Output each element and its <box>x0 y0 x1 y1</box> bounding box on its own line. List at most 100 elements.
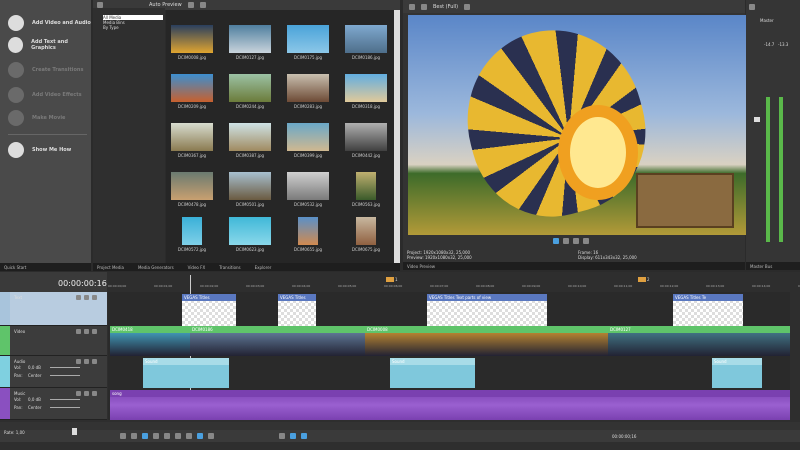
fx-icon[interactable] <box>92 391 97 396</box>
tab-quick-start[interactable]: Quick Start <box>4 265 26 270</box>
media-thumbnail[interactable]: DCIM0209.jpg <box>170 74 214 109</box>
media-thumbnail[interactable]: DCIM0501.jpg <box>228 172 272 207</box>
media-thumbnail[interactable]: DCIM0283.jpg <box>286 74 330 109</box>
snap-icon[interactable] <box>290 433 296 439</box>
time-ruler[interactable]: 00:00:00;00 00:00:01;00 00:00:02;00 00:00:0… <box>108 284 800 292</box>
media-thumbnail[interactable]: DCIM0532.jpg <box>286 172 330 207</box>
quick-start-item[interactable]: Create Transitions <box>8 62 83 78</box>
media-thumbnail[interactable]: DCIM0186.jpg <box>344 25 388 60</box>
media-tree-item[interactable]: By Type <box>103 25 119 30</box>
tab-video-preview[interactable]: Video Preview <box>407 264 435 269</box>
text-clip[interactable]: VEGAS Titles Te <box>673 294 743 326</box>
media-thumbnail[interactable]: DCIM0655.jpg <box>286 217 330 252</box>
media-thumbnail[interactable]: DCIM0008.jpg <box>170 25 214 60</box>
volume-slider[interactable] <box>50 399 80 400</box>
track-header-video[interactable]: Video <box>0 326 107 356</box>
fx-icon[interactable] <box>92 295 97 300</box>
video-clip[interactable]: DCIM0008 <box>365 326 608 356</box>
video-clip[interactable]: DCIM0418 <box>110 326 190 356</box>
play-icon[interactable] <box>553 238 559 244</box>
gear-icon[interactable] <box>409 3 415 10</box>
marker-1[interactable]: 1 <box>386 277 398 282</box>
thumbnail-filename: DCIM0283.jpg <box>293 104 323 109</box>
media-thumbnail[interactable]: DCIM0563.jpg <box>344 172 388 207</box>
solo-icon[interactable] <box>84 329 89 334</box>
split-screen-icon[interactable] <box>421 3 427 10</box>
thumbnail-image <box>229 74 271 102</box>
pan-slider[interactable] <box>50 375 80 376</box>
media-thumbnail[interactable]: DCIM0442.jpg <box>344 123 388 158</box>
text-clip[interactable]: VEGAS Titles Text parts of view <box>427 294 547 326</box>
fx-icon[interactable] <box>92 329 97 334</box>
menu-icon[interactable] <box>583 238 589 244</box>
tab-master-bus[interactable]: Master Bus <box>750 264 772 269</box>
audio-clip[interactable]: Sound <box>390 358 475 388</box>
mute-icon[interactable] <box>76 359 81 364</box>
track-name: Audio <box>14 359 26 364</box>
quick-start-item[interactable]: Make Movie <box>8 110 65 126</box>
video-clip[interactable]: DCIM0127 <box>608 326 790 356</box>
solo-icon[interactable] <box>84 295 89 300</box>
media-scrollbar[interactable] <box>394 10 400 263</box>
mute-icon[interactable] <box>76 295 81 300</box>
media-thumbnail[interactable]: DCIM0367.jpg <box>170 123 214 158</box>
track-header-audio[interactable]: Audio Vol: 0,0 dB Pan: Center <box>0 356 107 388</box>
media-thumbnail[interactable]: DCIM0478.jpg <box>170 172 214 207</box>
split-icon[interactable] <box>208 433 214 439</box>
timeline-scroll[interactable] <box>0 422 800 430</box>
play-icon[interactable] <box>142 433 148 439</box>
mute-icon[interactable] <box>76 329 81 334</box>
rate-slider[interactable] <box>72 428 77 435</box>
pause-icon[interactable] <box>153 433 159 439</box>
media-thumbnail[interactable]: DCIM0318.jpg <box>344 74 388 109</box>
next-frame-icon[interactable] <box>186 433 192 439</box>
media-thumbnail[interactable]: DCIM0244.jpg <box>228 74 272 109</box>
audio-clip[interactable]: Sound <box>143 358 229 388</box>
overlay-icon[interactable] <box>464 3 471 10</box>
gear-icon[interactable] <box>749 4 755 10</box>
master-fader[interactable] <box>754 117 760 122</box>
views-icon[interactable] <box>187 2 194 8</box>
media-tab[interactable]: Transitions <box>219 265 240 270</box>
media-tab[interactable]: Video FX <box>188 265 206 270</box>
pause-icon[interactable] <box>563 238 569 244</box>
media-tab[interactable]: Explorer <box>255 265 272 270</box>
record-icon[interactable] <box>131 433 137 439</box>
track-header-text[interactable]: Text <box>0 292 107 326</box>
prev-frame-icon[interactable] <box>175 433 181 439</box>
media-thumbnail[interactable]: DCIM0175.jpg <box>286 25 330 60</box>
ripple-icon[interactable] <box>301 433 307 439</box>
quality-dropdown[interactable]: Best (Full) <box>433 4 458 10</box>
media-tab[interactable]: Project Media <box>97 265 124 270</box>
loop-icon[interactable] <box>120 433 126 439</box>
volume-slider[interactable] <box>50 367 80 368</box>
media-thumbnail[interactable]: DCIM0399.jpg <box>286 123 330 158</box>
search-icon[interactable] <box>199 2 206 8</box>
quick-start-item[interactable]: Add Video and Audio <box>8 15 91 31</box>
edit-tool-icon[interactable] <box>197 433 203 439</box>
fx-icon[interactable] <box>92 359 97 364</box>
media-thumbnail[interactable]: DCIM0572.jpg <box>170 217 214 252</box>
lock-icon[interactable] <box>279 433 285 439</box>
text-clip[interactable]: VEGAS Titles <box>278 294 316 326</box>
quick-start-item[interactable]: Add Text and Graphics <box>8 37 91 53</box>
audio-clip[interactable]: Sound <box>712 358 762 388</box>
pan-slider[interactable] <box>50 407 80 408</box>
media-tab[interactable]: Media Generators <box>138 265 174 270</box>
marker-2[interactable]: 2 <box>638 277 650 282</box>
quick-start-item[interactable]: Add Video Effects <box>8 87 82 103</box>
media-thumbnail[interactable]: DCIM0623.jpg <box>228 217 272 252</box>
video-clip[interactable]: DCIM0186 <box>190 326 365 356</box>
quick-start-item[interactable]: Show Me How <box>8 142 71 158</box>
media-thumbnail[interactable]: DCIM0387.jpg <box>228 123 272 158</box>
media-thumbnail[interactable]: DCIM0127.jpg <box>228 25 272 60</box>
stop-icon[interactable] <box>164 433 170 439</box>
media-thumbnail[interactable]: DCIM0675.jpg <box>344 217 388 252</box>
track-header-music[interactable]: Music Vol: 0,0 dB Pan: Center <box>0 388 107 420</box>
text-clip[interactable]: VEGAS Titles <box>182 294 236 326</box>
solo-icon[interactable] <box>84 391 89 396</box>
solo-icon[interactable] <box>84 359 89 364</box>
stop-icon[interactable] <box>573 238 579 244</box>
music-clip[interactable]: song <box>110 390 790 420</box>
mute-icon[interactable] <box>76 391 81 396</box>
